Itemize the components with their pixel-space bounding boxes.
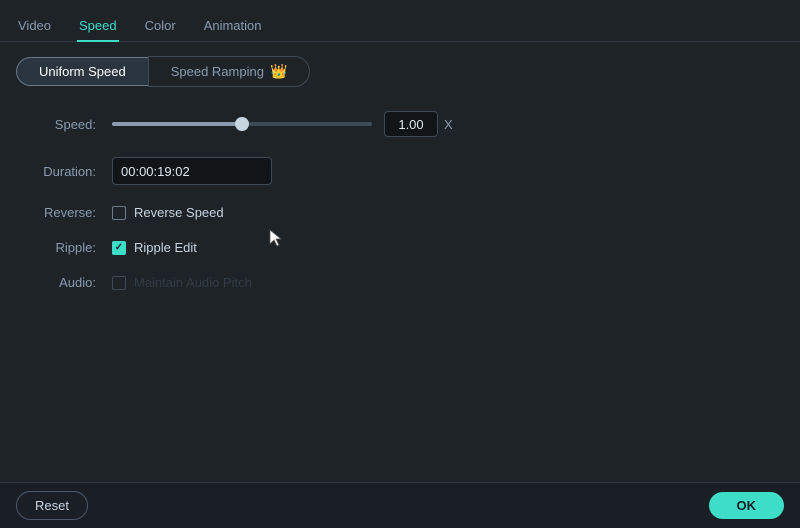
speed-row: Speed: X (16, 111, 784, 137)
speed-unit-label: X (444, 117, 453, 132)
speed-input-group: X (384, 111, 453, 137)
audio-label: Audio: (16, 275, 96, 290)
audio-checkbox-wrapper: Maintain Audio Pitch (112, 275, 252, 290)
tab-animation[interactable]: Animation (202, 10, 264, 41)
reverse-checkbox[interactable] (112, 206, 126, 220)
ripple-label: Ripple: (16, 240, 96, 255)
speed-slider-fill (112, 122, 242, 126)
form-area: Speed: X Duration: Reverse: Reverse Spee… (0, 101, 800, 320)
speed-ramping-tab[interactable]: Speed Ramping 👑 (148, 56, 311, 87)
speed-label: Speed: (16, 117, 96, 132)
tab-color[interactable]: Color (143, 10, 178, 41)
bottom-bar: Reset OK (0, 482, 800, 528)
tab-speed[interactable]: Speed (77, 10, 119, 41)
duration-label: Duration: (16, 164, 96, 179)
ok-button[interactable]: OK (709, 492, 785, 519)
crown-icon: 👑 (270, 63, 287, 80)
ripple-row: Ripple: Ripple Edit (16, 240, 784, 255)
speed-value-input[interactable] (384, 111, 438, 137)
reverse-label: Reverse: (16, 205, 96, 220)
reverse-row: Reverse: Reverse Speed (16, 205, 784, 220)
audio-row: Audio: Maintain Audio Pitch (16, 275, 784, 290)
ripple-checkbox-wrapper[interactable]: Ripple Edit (112, 240, 197, 255)
reset-button[interactable]: Reset (16, 491, 88, 520)
ripple-checkbox[interactable] (112, 241, 126, 255)
speed-ramping-label: Speed Ramping (171, 64, 264, 79)
reverse-checkbox-wrapper[interactable]: Reverse Speed (112, 205, 224, 220)
audio-checkbox-label: Maintain Audio Pitch (134, 275, 252, 290)
ripple-checkbox-label: Ripple Edit (134, 240, 197, 255)
speed-slider-track[interactable] (112, 122, 372, 126)
speed-slider-thumb[interactable] (235, 117, 249, 131)
top-nav: Video Speed Color Animation (0, 0, 800, 42)
duration-input[interactable] (112, 157, 272, 185)
duration-row: Duration: (16, 157, 784, 185)
speed-controls: X (112, 111, 784, 137)
speed-mode-selector: Uniform Speed Speed Ramping 👑 (0, 42, 800, 101)
audio-checkbox (112, 276, 126, 290)
reverse-checkbox-label: Reverse Speed (134, 205, 224, 220)
tab-video[interactable]: Video (16, 10, 53, 41)
uniform-speed-tab[interactable]: Uniform Speed (16, 57, 148, 86)
